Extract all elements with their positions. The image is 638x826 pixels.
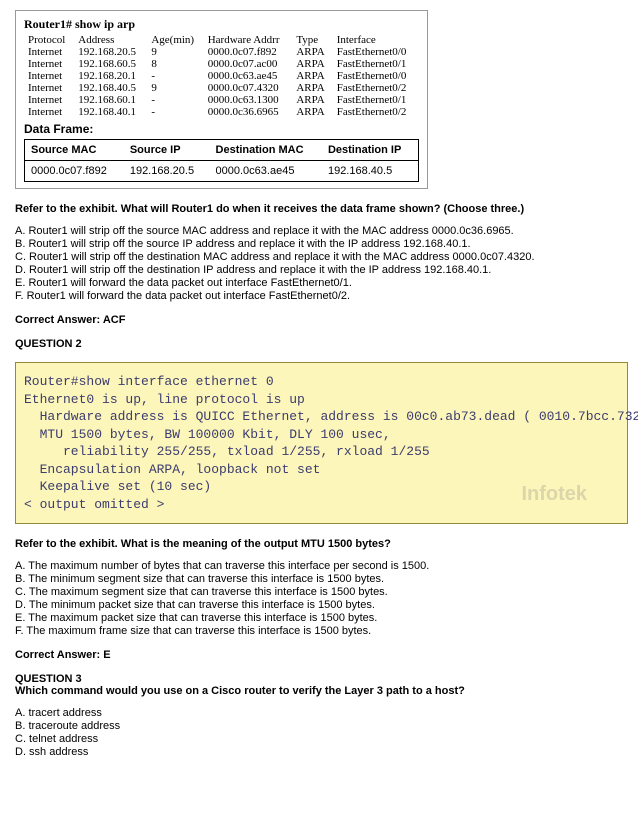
- exhibit-1: Router1# show ip arp Protocol Address Ag…: [15, 10, 428, 189]
- frame-col-smac: Source MAC: [25, 140, 124, 161]
- arp-row: Internet192.168.60.580000.0c07.ac00ARPAF…: [24, 58, 419, 70]
- data-frame-table: Source MAC Source IP Destination MAC Des…: [24, 139, 419, 182]
- col-age: Age(min): [147, 34, 203, 46]
- q2-option-a: A. The maximum number of bytes that can …: [15, 560, 623, 572]
- ex2-line: reliability 255/255, txload 1/255, rxloa…: [24, 444, 430, 459]
- q1-option-e: E. Router1 will forward the data packet …: [15, 277, 623, 289]
- ex2-line: Encapsulation ARPA, loopback not set: [24, 462, 320, 477]
- arp-row: Internet192.168.40.1-0000.0c36.6965ARPAF…: [24, 106, 419, 118]
- q2-text: Refer to the exhibit. What is the meanin…: [15, 538, 623, 550]
- col-hwaddr: Hardware Addrr: [204, 34, 293, 46]
- q1-option-f: F. Router1 will forward the data packet …: [15, 290, 623, 302]
- q1-option-a: A. Router1 will strip off the source MAC…: [15, 225, 623, 237]
- frame-col-sip: Source IP: [124, 140, 210, 161]
- q2-option-e: E. The maximum packet size that can trav…: [15, 612, 623, 624]
- q2-options: A. The maximum number of bytes that can …: [15, 560, 623, 637]
- frame-col-dip: Destination IP: [322, 140, 419, 161]
- q3-text: Which command would you use on a Cisco r…: [15, 685, 623, 697]
- frame-header-row: Source MAC Source IP Destination MAC Des…: [25, 140, 419, 161]
- arp-row: Internet192.168.40.590000.0c07.4320ARPAF…: [24, 82, 419, 94]
- q2-option-c: C. The maximum segment size that can tra…: [15, 586, 623, 598]
- q1-options: A. Router1 will strip off the source MAC…: [15, 225, 623, 302]
- ex2-line: Ethernet0 is up, line protocol is up: [24, 392, 305, 407]
- q3-option-c: C. telnet address: [15, 733, 623, 745]
- col-interface: Interface: [333, 34, 419, 46]
- ex2-line: Router#show interface ethernet 0: [24, 374, 274, 389]
- q3-option-b: B. traceroute address: [15, 720, 623, 732]
- q2-answer: Correct Answer: E: [15, 649, 623, 661]
- arp-table: Protocol Address Age(min) Hardware Addrr…: [24, 34, 419, 118]
- frame-data-row: 0000.0c07.f892 192.168.20.5 0000.0c63.ae…: [25, 161, 419, 182]
- arp-row: Internet192.168.60.1-0000.0c63.1300ARPAF…: [24, 94, 419, 106]
- q3-option-d: D. ssh address: [15, 746, 623, 758]
- arp-header-row: Protocol Address Age(min) Hardware Addrr…: [24, 34, 419, 46]
- arp-row: Internet192.168.20.590000.0c07.f892ARPAF…: [24, 46, 419, 58]
- q1-option-b: B. Router1 will strip off the source IP …: [15, 238, 623, 250]
- q1-text: Refer to the exhibit. What will Router1 …: [15, 203, 623, 215]
- col-address: Address: [74, 34, 147, 46]
- col-type: Type: [292, 34, 332, 46]
- q2-option-f: F. The maximum frame size that can trave…: [15, 625, 623, 637]
- q1-answer: Correct Answer: ACF: [15, 314, 623, 326]
- cli-prompt: Router1# show ip arp: [24, 17, 419, 32]
- ex2-line: Keepalive set (10 sec): [24, 479, 211, 494]
- q2-option-b: B. The minimum segment size that can tra…: [15, 573, 623, 585]
- data-frame-label: Data Frame:: [24, 122, 419, 136]
- frame-col-dmac: Destination MAC: [210, 140, 322, 161]
- watermark: Infotek: [521, 481, 587, 508]
- q3-option-a: A. tracert address: [15, 707, 623, 719]
- q1-option-c: C. Router1 will strip off the destinatio…: [15, 251, 623, 263]
- ex2-line: Hardware address is QUICC Ethernet, addr…: [24, 409, 638, 424]
- ex2-line: < output omitted >: [24, 497, 164, 512]
- ex2-line: MTU 1500 bytes, BW 100000 Kbit, DLY 100 …: [24, 427, 391, 442]
- q2-option-d: D. The minimum packet size that can trav…: [15, 599, 623, 611]
- q2-heading: QUESTION 2: [15, 338, 623, 350]
- q3-options: A. tracert address B. traceroute address…: [15, 707, 623, 758]
- arp-row: Internet192.168.20.1-0000.0c63.ae45ARPAF…: [24, 70, 419, 82]
- exhibit-2: Router#show interface ethernet 0 Etherne…: [15, 362, 628, 524]
- q1-option-d: D. Router1 will strip off the destinatio…: [15, 264, 623, 276]
- col-protocol: Protocol: [24, 34, 74, 46]
- q3-heading: QUESTION 3: [15, 673, 623, 685]
